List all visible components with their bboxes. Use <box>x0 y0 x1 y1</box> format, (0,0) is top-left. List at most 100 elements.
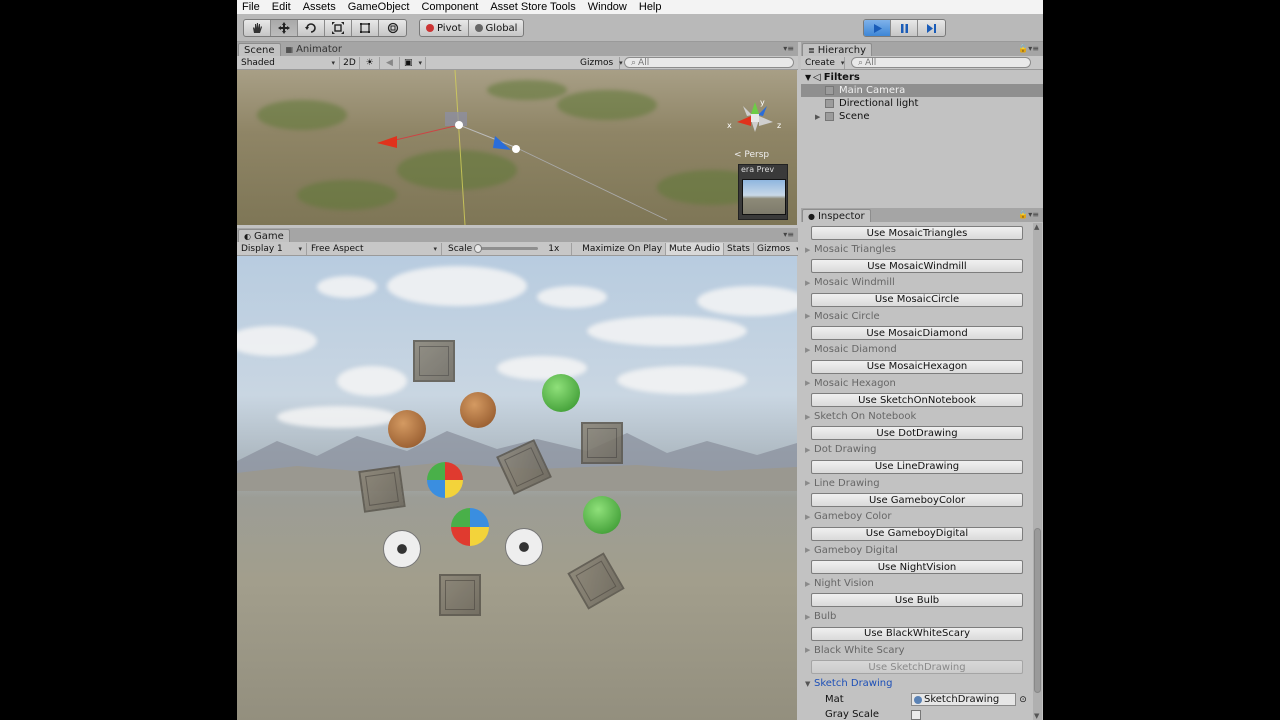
inspector-scroll-thumb[interactable] <box>1034 528 1041 693</box>
rect-icon[interactable] <box>352 20 379 36</box>
foldout-closed-icon[interactable]: ▶ <box>805 479 814 487</box>
inspector-section-foldout[interactable]: ▼ Sketch Drawing <box>805 677 892 690</box>
scale-slider[interactable] <box>474 244 539 253</box>
inspector-section-foldout[interactable]: ▶ Mosaic Circle <box>805 310 880 323</box>
foldout-closed-icon[interactable]: ▶ <box>805 580 814 588</box>
hierarchy-item-directional-light[interactable]: Directional light <box>801 97 1043 110</box>
panel-menu-icon[interactable]: 🔒▾≡ <box>1018 210 1039 219</box>
inspector-section-foldout[interactable]: ▶ Mosaic Triangles <box>805 243 896 256</box>
inspector-section-foldout[interactable]: ▶ Dot Drawing <box>805 443 877 456</box>
menu-assets[interactable]: Assets <box>299 1 340 13</box>
persp-label[interactable]: < Persp <box>734 150 769 160</box>
2d-toggle[interactable]: 2D <box>340 56 360 69</box>
global-button[interactable]: Global <box>469 20 524 36</box>
menu-file[interactable]: File <box>238 1 264 13</box>
inspector-section-foldout[interactable]: ▶ Night Vision <box>805 577 874 590</box>
foldout-closed-icon[interactable]: ▶ <box>805 546 814 554</box>
inspector-use-button[interactable]: Use GameboyColor <box>811 493 1023 508</box>
foldout-closed-icon[interactable]: ▶ <box>805 413 814 421</box>
foldout-closed-icon[interactable]: ▶ <box>805 446 814 454</box>
hierarchy-search-input[interactable]: ⌕ All <box>851 57 1031 68</box>
foldout-closed-icon[interactable]: ▶ <box>805 279 814 287</box>
inspector-section-foldout[interactable]: ▶ Mosaic Hexagon <box>805 377 896 390</box>
tab-inspector[interactable]: ● Inspector <box>802 209 871 222</box>
step-icon[interactable] <box>918 20 945 36</box>
expand-arrow-icon[interactable]: ▶ <box>815 113 825 121</box>
menu-gameobject[interactable]: GameObject <box>344 1 414 13</box>
tab-hierarchy[interactable]: ≣ Hierarchy <box>802 43 873 56</box>
menu-help[interactable]: Help <box>635 1 666 13</box>
shading-dropdown[interactable]: Shaded ▾ <box>237 56 340 69</box>
mat-object-field[interactable]: SketchDrawing <box>911 693 1016 707</box>
scale-slider-thumb[interactable] <box>474 244 483 253</box>
foldout-closed-icon[interactable]: ▶ <box>805 646 814 654</box>
inspector-use-button[interactable]: Use NightVision <box>811 560 1023 574</box>
scroll-up-icon[interactable]: ▲ <box>1034 223 1039 231</box>
foldout-closed-icon[interactable]: ▶ <box>805 312 814 320</box>
inspector-section-foldout[interactable]: ▶ Black White Scary <box>805 644 905 657</box>
foldout-closed-icon[interactable]: ▶ <box>805 613 814 621</box>
mute-audio-toggle[interactable]: Mute Audio <box>666 242 725 255</box>
gray-scale-checkbox[interactable] <box>911 709 921 720</box>
tab-game[interactable]: ◐ Game <box>238 229 290 242</box>
pivot-button[interactable]: Pivot <box>420 20 469 36</box>
menu-window[interactable]: Window <box>584 1 631 13</box>
game-gizmos-dropdown[interactable]: Gizmos ▾ <box>754 243 798 255</box>
scale-icon[interactable] <box>325 20 352 36</box>
move-icon[interactable] <box>271 20 298 36</box>
foldout-closed-icon[interactable]: ▶ <box>805 513 814 521</box>
inspector-section-foldout[interactable]: ▶ Bulb <box>805 610 836 623</box>
foldout-closed-icon[interactable]: ▶ <box>805 379 814 387</box>
foldout-closed-icon[interactable]: ▶ <box>805 246 814 254</box>
inspector-section-foldout[interactable]: ▶ Mosaic Windmill <box>805 276 895 289</box>
panel-menu-icon[interactable]: ▾≡ <box>783 44 794 53</box>
hierarchy-item-scene[interactable]: ▶ Scene <box>801 110 1043 123</box>
lighting-toggle[interactable]: ☀ <box>360 56 380 69</box>
inspector-scrollbar[interactable]: ▲ ▼ <box>1033 223 1042 720</box>
inspector-section-foldout[interactable]: ▶ Line Drawing <box>805 477 880 490</box>
inspector-use-button[interactable]: Use LineDrawing <box>811 459 1023 474</box>
inspector-section-foldout[interactable]: ▶ Gameboy Color <box>805 510 891 523</box>
inspector-section-foldout[interactable]: ▶ Sketch On Notebook <box>805 410 916 423</box>
panel-menu-icon[interactable]: 🔒▾≡ <box>1018 44 1039 53</box>
foldout-open-icon[interactable]: ▼ <box>805 680 814 688</box>
gizmos-dropdown[interactable]: Gizmos ▾ <box>576 56 623 69</box>
inspector-use-button[interactable]: Use GameboyDigital <box>811 526 1023 541</box>
object-picker-icon[interactable]: ⊙ <box>1016 695 1030 705</box>
inspector-use-button[interactable]: Use SketchOnNotebook <box>811 393 1023 407</box>
menu-edit[interactable]: Edit <box>268 1 295 13</box>
transform-icon[interactable] <box>379 20 406 36</box>
inspector-use-button[interactable]: Use MosaicDiamond <box>811 326 1023 341</box>
inspector-use-button[interactable]: Use MosaicHexagon <box>811 359 1023 374</box>
inspector-use-button[interactable]: Use Bulb <box>811 593 1023 608</box>
play-icon[interactable] <box>864 20 891 36</box>
scroll-down-icon[interactable]: ▼ <box>1034 712 1039 720</box>
inspector-use-button[interactable]: Use MosaicCircle <box>811 292 1023 307</box>
inspector-use-button[interactable]: Use MosaicWindmill <box>811 259 1023 274</box>
rotate-icon[interactable] <box>298 20 325 36</box>
foldout-closed-icon[interactable]: ▶ <box>805 346 814 354</box>
inspector-use-button[interactable]: Use MosaicTriangles <box>811 226 1023 240</box>
hand-icon[interactable] <box>244 20 271 36</box>
create-dropdown[interactable]: Create ▾ <box>801 56 845 69</box>
game-viewport[interactable] <box>237 256 797 720</box>
menu-asset-store-tools[interactable]: Asset Store Tools <box>486 1 579 13</box>
stats-toggle[interactable]: Stats <box>724 242 754 255</box>
hierarchy-root-filters[interactable]: ▼ ◁ Filters <box>801 71 1043 84</box>
pause-icon[interactable] <box>891 20 918 36</box>
tab-scene[interactable]: Scene <box>238 43 281 56</box>
panel-menu-icon[interactable]: ▾≡ <box>783 230 794 239</box>
effects-dropdown[interactable]: ▣ ▾ <box>400 56 426 69</box>
scene-search-input[interactable]: ⌕ All <box>624 57 794 68</box>
inspector-use-button[interactable]: Use BlackWhiteScary <box>811 626 1023 641</box>
audio-toggle[interactable]: ◀ <box>380 56 400 69</box>
display-dropdown[interactable]: Display 1 ▾ <box>237 242 307 255</box>
inspector-use-button[interactable]: Use DotDrawing <box>811 426 1023 441</box>
inspector-section-foldout[interactable]: ▶ Mosaic Diamond <box>805 343 897 356</box>
inspector-use-button[interactable]: Use SketchDrawing <box>811 660 1023 675</box>
inspector-section-foldout[interactable]: ▶ Gameboy Digital <box>805 544 898 557</box>
scene-viewport[interactable]: y x z < Persp era Prev <box>237 70 797 225</box>
hierarchy-item-main-camera[interactable]: Main Camera <box>801 84 1043 97</box>
aspect-dropdown[interactable]: Free Aspect ▾ <box>307 242 442 255</box>
maximize-on-play-toggle[interactable]: Maximize On Play <box>579 242 667 255</box>
